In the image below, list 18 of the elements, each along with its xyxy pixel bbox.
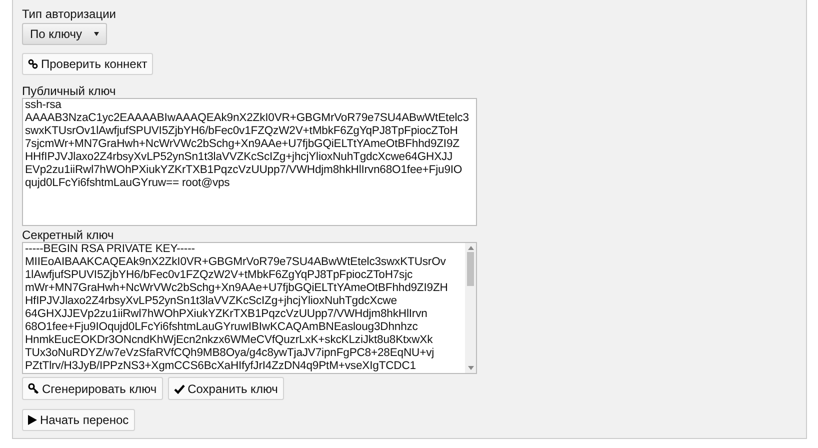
auth-type-dropdown[interactable]: По ключу — [22, 23, 108, 45]
caret-icon — [94, 32, 100, 36]
secret-key-field[interactable]: -----BEGIN RSA PRIVATE KEY----- MIIEoAIBAAKCAQEAk9nX2ZkI0VR+GBGMrVoR79e7SU4ABwWtEtelc3swxKTUsrOv 1lAwfjufSPUVI5ZjbYH6/bFec0v1FZQzW2V+tMbkF6ZgYqPJ8TpFpiocZToH7sjc mWr+MN7GraHwh+NcWrVWc2bSchg+Xn9AAe+U7fjbGQiELTtYAmeOtBFhhd9ZI9ZH HfIPJVJlaxo2Z4rbsyXvLP52ynSn1t3laVVZKcScIZg+jhcjYlioxNuhTgdcXcwe 64GHXJJEVp2zu1iiRwl7hWOhPXiukYZKrTXB1PqzcVzUUpp7/VWHdjm8hkHlIrvn 68O1fee+Fju9IOqujd0LFcYi6fshtmLauGYruwIBIwKCAQAmBNEasloug3Dhnhzc HnmkEucEOKDr3ONcndKhWjEcn2nkzx6WMeCVfQuzrLxK+skcKLziJkt8u8KtxwXk TUx3oNuRDYZ/w7eVzSfaRVfCQh9MB8Oya/g4c8ywTjaJV7ipnFgPC8+28EqNU+vj PZtTlrv/H3JyB/IPPzNS3+XgmCCS6BcXaHIfyfJrI4ZzDN4q9PtM+vseXIgTCDC1 — [22, 242, 477, 374]
save-key-button[interactable]: Сохранить ключ — [168, 377, 284, 400]
check-icon — [174, 384, 185, 394]
field-label: Секретный ключ — [22, 228, 114, 242]
scrollbar[interactable] — [465, 243, 476, 374]
scroll-thumb[interactable] — [467, 252, 474, 286]
key-icon — [28, 383, 39, 394]
generate-key-button[interactable]: Сгенерировать ключ — [22, 377, 163, 400]
check-connection-button[interactable]: Проверить коннект — [22, 52, 154, 75]
start-transfer-button[interactable]: Начать перенос — [22, 409, 135, 431]
field-label: Публичный ключ — [22, 84, 116, 98]
public-key-field[interactable]: ssh-rsa AAAAB3NzaC1yc2EAAAABIwAAAQEAk9nX2ZkI0VR+GBGMrVoR79e7SU4ABwWtEtelc3 swxKTUsrOv1lAwfjufSPUVI5ZjbYH6/bFec0v1FZQzW2V+tMbkF6ZgYqPJ8TpFpiocZToH 7sjcmWr+MN7GraHwh+NcWrVWc2bSchg+Xn9AAe+U7fjbGQiELTtYAmeOtBFhhd9ZI9Z HHfIPJVJlaxo2Z4rbsyXvLP52ynSn1t3laVVZKcScIZg+jhcjYlioxNuhTgdcXcwe64GHXJJ EVp2zu1iiRwl7hWOhPXiukYZKrTXB1PqzcVzUUpp7/VWHdjm8hkHlIrvn68O1fee+Fju9IO qujd0LFcYi6fshtmLauGYruw== root@vps — [22, 98, 477, 226]
play-icon — [28, 415, 37, 426]
field-label: Тип авторизации — [22, 7, 116, 21]
link-icon — [28, 58, 38, 69]
scroll-down-icon — [468, 366, 474, 370]
